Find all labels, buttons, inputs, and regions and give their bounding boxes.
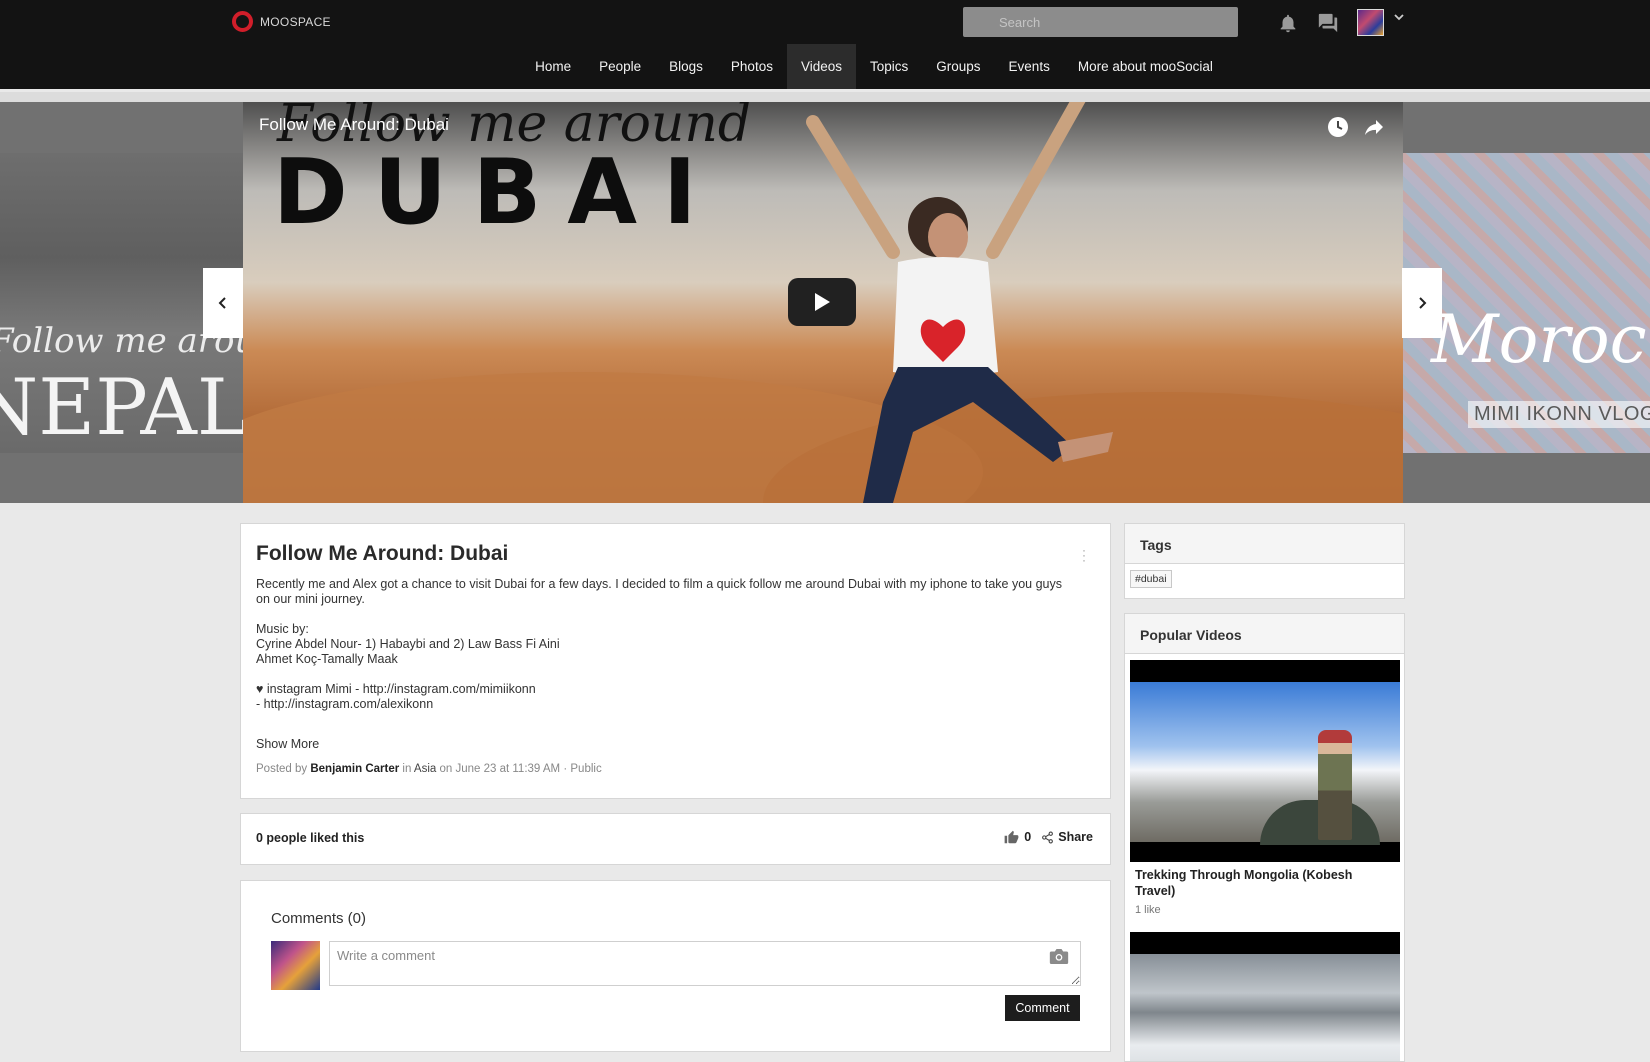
main-nav: Home People Blogs Photos Videos Topics G… [0,44,1650,89]
chevron-left-icon [218,297,226,309]
nav-item-people[interactable]: People [585,44,655,89]
chat-icon[interactable] [1317,12,1339,34]
thumbs-up-icon [1004,830,1019,844]
share-icon [1042,831,1054,843]
privacy-label: Public [570,763,602,775]
slide-prev-big: NEPAL [0,363,243,453]
show-more-link[interactable]: Show More [256,737,319,751]
post-date: on June 23 at 11:39 AM [439,763,561,775]
bell-icon[interactable] [1277,12,1299,34]
share-arrow-icon[interactable] [1362,115,1386,139]
nav-item-groups[interactable]: Groups [922,44,994,89]
more-options-icon[interactable]: · · · [1082,544,1086,566]
post-meta: Posted by Benjamin Carter in Asia on Jun… [256,763,602,775]
slide-next-caption: MIMI IKONN VLOG [1468,401,1650,428]
popular-video-thumbnail[interactable] [1130,932,1400,1061]
search-input[interactable] [963,7,1238,37]
popular-video-title[interactable]: Trekking Through Mongolia (Kobesh Travel… [1135,867,1395,899]
category-link[interactable]: Asia [414,763,436,775]
tags-widget: Tags #dubai [1124,523,1405,599]
like-button[interactable]: 0 [1004,830,1031,844]
video-player[interactable]: Follow me around DUBAI Follow Me Around:… [243,102,1403,503]
nav-item-more[interactable]: More about mooSocial [1064,44,1227,89]
tag-item[interactable]: #dubai [1130,570,1172,588]
slider-next-button[interactable] [1402,268,1442,338]
video-detail-card: Follow Me Around: Dubai · · · Recently me … [240,523,1111,799]
site-logo[interactable]: MOOSPACE [232,11,331,32]
description-paragraph: ♥ instagram Mimi - http://instagram.com/… [256,682,536,711]
nav-item-events[interactable]: Events [995,44,1064,89]
slide-next-script: Moroc [1431,301,1647,378]
page-title: Follow Me Around: Dubai [256,542,509,565]
comment-button[interactable]: Comment [1005,995,1080,1021]
likes-bar: 0 people liked this 0 Share [240,813,1111,865]
popular-video-thumbnail[interactable] [1130,660,1400,862]
top-bar: MOOSPACE Home People Blogs Photos Videos… [0,0,1650,89]
nav-item-topics[interactable]: Topics [856,44,922,89]
comments-section: Comments (0) Comment [240,880,1111,1052]
play-icon [815,293,830,311]
video-description: Recently me and Alex got a chance to vis… [256,577,1076,727]
popular-videos-widget: Popular Videos Trekking Through Mongolia… [1124,613,1405,1062]
tags-title: Tags [1125,524,1404,564]
chevron-right-icon [1419,297,1427,309]
author-link[interactable]: Benjamin Carter [310,763,399,775]
likes-summary[interactable]: 0 people liked this [256,831,364,845]
chevron-down-icon[interactable] [1393,12,1405,22]
description-paragraph: Recently me and Alex got a chance to vis… [256,577,1062,606]
avatar [271,941,320,990]
logo-icon [232,11,253,32]
nav-item-home[interactable]: Home [521,44,585,89]
like-count: 0 [1024,830,1032,844]
share-label: Share [1058,830,1093,844]
popular-videos-title: Popular Videos [1125,614,1404,654]
description-paragraph: Music by: Cyrine Abdel Nour- 1) Habaybi … [256,622,560,666]
share-button[interactable]: Share [1041,830,1093,844]
watch-later-icon[interactable] [1326,115,1350,139]
slider-prev-button[interactable] [203,268,243,338]
comment-input[interactable] [329,941,1081,986]
play-button[interactable] [788,278,856,326]
video-big-text: DUBAI [273,140,723,245]
nav-item-videos[interactable]: Videos [786,44,856,89]
comments-title: Comments (0) [271,910,367,927]
camera-icon[interactable] [1049,948,1069,965]
avatar[interactable] [1357,9,1384,36]
nav-item-blogs[interactable]: Blogs [655,44,717,89]
video-overlay-title: Follow Me Around: Dubai [259,115,449,134]
site-name: MOOSPACE [260,14,331,29]
popular-video-likes: 1 like [1135,904,1161,916]
nav-item-photos[interactable]: Photos [717,44,787,89]
